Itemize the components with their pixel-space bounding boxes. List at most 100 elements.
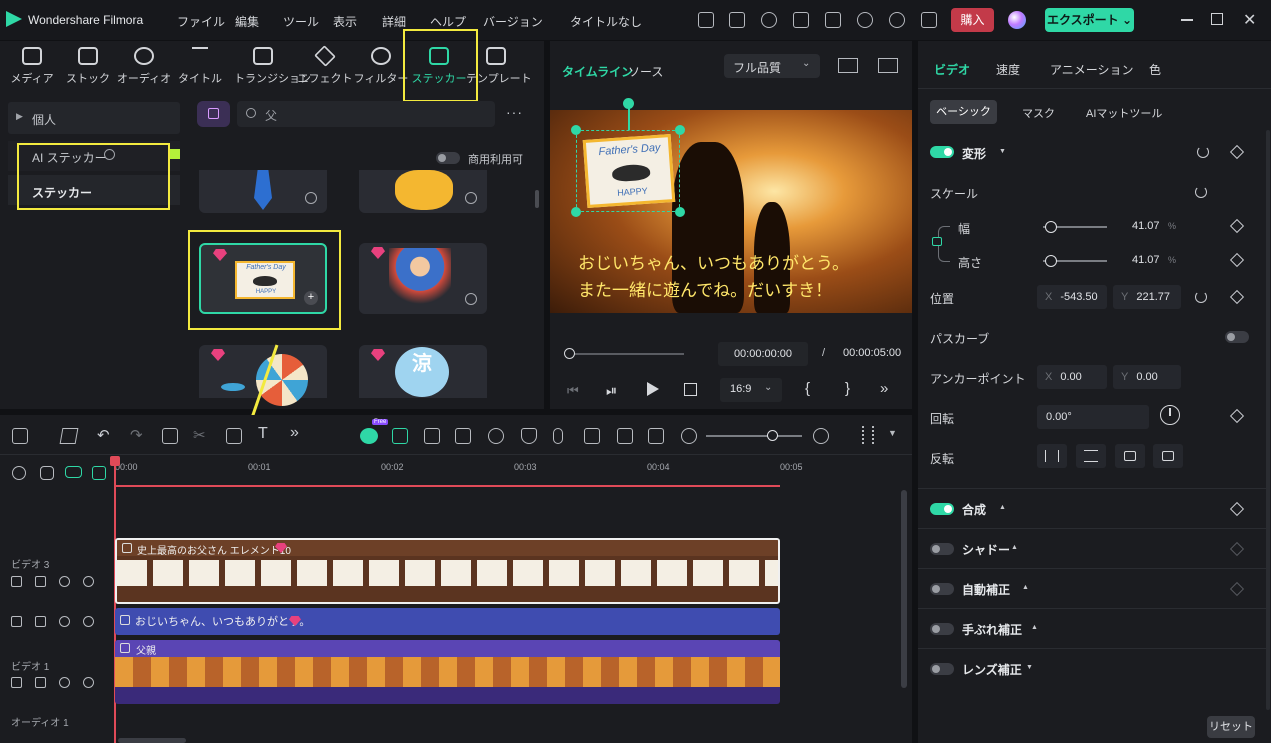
- menu-file[interactable]: ファイル: [177, 13, 225, 30]
- anchor-y-field[interactable]: Y 0.00: [1113, 365, 1181, 389]
- more-controls-icon[interactable]: »: [880, 380, 888, 397]
- export-button[interactable]: エクスポート ⌄: [1045, 8, 1134, 32]
- sticker-card-bear[interactable]: [359, 170, 487, 213]
- tab-speed[interactable]: 速度: [996, 61, 1020, 78]
- rotation-dial[interactable]: [1160, 405, 1180, 425]
- auto-enhance-toggle[interactable]: [930, 583, 954, 595]
- chevron-up-icon[interactable]: ▲: [1031, 624, 1038, 631]
- scope-icon[interactable]: [878, 58, 898, 73]
- resize-handle[interactable]: [571, 125, 581, 135]
- stabilize-toggle[interactable]: [930, 623, 954, 635]
- audio-mixer-icon[interactable]: [584, 428, 600, 444]
- sticker-card-tie[interactable]: [199, 170, 327, 213]
- track-settings-icon[interactable]: [862, 426, 874, 444]
- silence-detect-icon[interactable]: [392, 428, 408, 444]
- ai-orb-icon[interactable]: [1008, 11, 1026, 29]
- quality-select[interactable]: フル品質 ⌄: [724, 54, 820, 78]
- play-icon[interactable]: [647, 382, 659, 396]
- lens-header[interactable]: レンズ補正: [962, 661, 1022, 678]
- flip-vertical-button[interactable]: [1076, 444, 1106, 468]
- tab-templates[interactable]: テンプレート: [466, 47, 532, 86]
- rotate-handle[interactable]: [623, 98, 634, 109]
- scrollbar[interactable]: [535, 190, 539, 208]
- zoom-slider[interactable]: [706, 435, 802, 437]
- ai-assistant-icon[interactable]: [360, 428, 378, 444]
- resize-handle[interactable]: [675, 125, 685, 135]
- title-clip[interactable]: おじいちゃん、いつもありがとう。: [115, 608, 780, 635]
- download-icon[interactable]: [465, 192, 477, 204]
- lock-icon[interactable]: [11, 616, 22, 627]
- composite-toggle[interactable]: [930, 503, 954, 515]
- download-icon[interactable]: [465, 293, 477, 305]
- track-settings-gear-icon[interactable]: [12, 466, 26, 480]
- menu-help[interactable]: ヘルプ: [430, 13, 466, 30]
- mute-icon[interactable]: [59, 677, 70, 688]
- search-input[interactable]: 父: [237, 101, 495, 127]
- prev-frame-icon[interactable]: ⏮: [567, 383, 579, 399]
- reset-button[interactable]: リセット: [1207, 716, 1255, 738]
- redo-icon[interactable]: ↷: [130, 426, 143, 444]
- stabilize-header[interactable]: 手ぶれ補正: [962, 621, 1022, 638]
- link-icon[interactable]: [65, 466, 82, 478]
- subtab-basic[interactable]: ベーシック: [930, 100, 997, 124]
- maximize-icon[interactable]: [1211, 13, 1223, 25]
- auto-enhance-header[interactable]: 自動補正: [962, 581, 1010, 598]
- video-preview[interactable]: おじいちゃん、いつもありがとう。 また一緒に遊んでね。だいすき！ Father'…: [550, 110, 912, 313]
- playhead-knob[interactable]: [564, 348, 575, 359]
- subtab-mask[interactable]: マスク: [1022, 105, 1055, 121]
- buy-button[interactable]: 購入: [951, 8, 994, 32]
- text-icon[interactable]: T: [258, 425, 268, 443]
- lock-icon[interactable]: [11, 677, 22, 688]
- rotation-field[interactable]: 0.00°: [1037, 405, 1149, 429]
- tab-effects[interactable]: エフェクト: [297, 45, 353, 86]
- rotate-cw-button[interactable]: [1115, 444, 1145, 468]
- stop-icon[interactable]: [684, 383, 697, 396]
- timeline-vscroll[interactable]: [901, 490, 907, 688]
- tab-audio[interactable]: オーディオ: [116, 47, 172, 86]
- transform-header[interactable]: 変形: [962, 145, 986, 162]
- fit-icon[interactable]: [648, 428, 664, 444]
- zoom-in-icon[interactable]: [813, 428, 829, 444]
- eye-icon[interactable]: [83, 616, 94, 627]
- reset-icon[interactable]: [1195, 291, 1207, 303]
- width-value[interactable]: 41.07: [1132, 220, 1160, 232]
- chevron-down-icon[interactable]: ▼: [888, 428, 897, 438]
- apps-icon[interactable]: [921, 12, 937, 28]
- eye-icon[interactable]: [83, 677, 94, 688]
- composite-header[interactable]: 合成: [962, 501, 986, 518]
- sidebar-item-personal[interactable]: ▶ 個人: [8, 102, 180, 134]
- zoom-out-icon[interactable]: [681, 428, 697, 444]
- position-x-field[interactable]: X -543.50: [1037, 285, 1107, 309]
- timeline-hscroll[interactable]: [118, 738, 186, 743]
- shield-icon[interactable]: [521, 428, 537, 444]
- lens-toggle[interactable]: [930, 663, 954, 675]
- resize-handle[interactable]: [675, 207, 685, 217]
- sticker-overlay[interactable]: Father's Day HAPPY: [576, 130, 680, 212]
- tab-source[interactable]: ソース: [628, 63, 663, 80]
- more-tools-icon[interactable]: »: [290, 424, 299, 442]
- height-value[interactable]: 41.07: [1132, 254, 1160, 266]
- chevron-up-icon[interactable]: ▲: [1022, 584, 1029, 591]
- reset-icon[interactable]: [1195, 186, 1207, 198]
- lock-ratio-icon[interactable]: [932, 237, 942, 246]
- sticker-card-dad[interactable]: [359, 243, 487, 314]
- crop-icon[interactable]: [226, 428, 242, 444]
- rotate-ccw-button[interactable]: [1153, 444, 1183, 468]
- menu-tools[interactable]: ツール: [283, 13, 319, 30]
- resize-handle[interactable]: [571, 207, 581, 217]
- speaker-icon[interactable]: [35, 677, 46, 688]
- mute-icon[interactable]: [59, 616, 70, 627]
- speaker-icon[interactable]: [35, 616, 46, 627]
- cut-icon[interactable]: ✂: [193, 426, 206, 444]
- shadow-toggle[interactable]: [930, 543, 954, 555]
- sticker-folder-button[interactable]: [197, 101, 230, 127]
- menu-edit[interactable]: 編集: [235, 13, 259, 30]
- commercial-toggle[interactable]: [436, 152, 460, 164]
- chevron-up-icon[interactable]: ▲: [999, 504, 1006, 511]
- cloud-icon[interactable]: [857, 12, 873, 28]
- grid-view-icon[interactable]: [838, 58, 858, 73]
- tab-stickers[interactable]: ステッカー: [409, 47, 469, 86]
- anchor-x-field[interactable]: X 0.00: [1037, 365, 1107, 389]
- playhead-head[interactable]: [110, 456, 120, 466]
- menu-view[interactable]: 表示: [333, 13, 357, 30]
